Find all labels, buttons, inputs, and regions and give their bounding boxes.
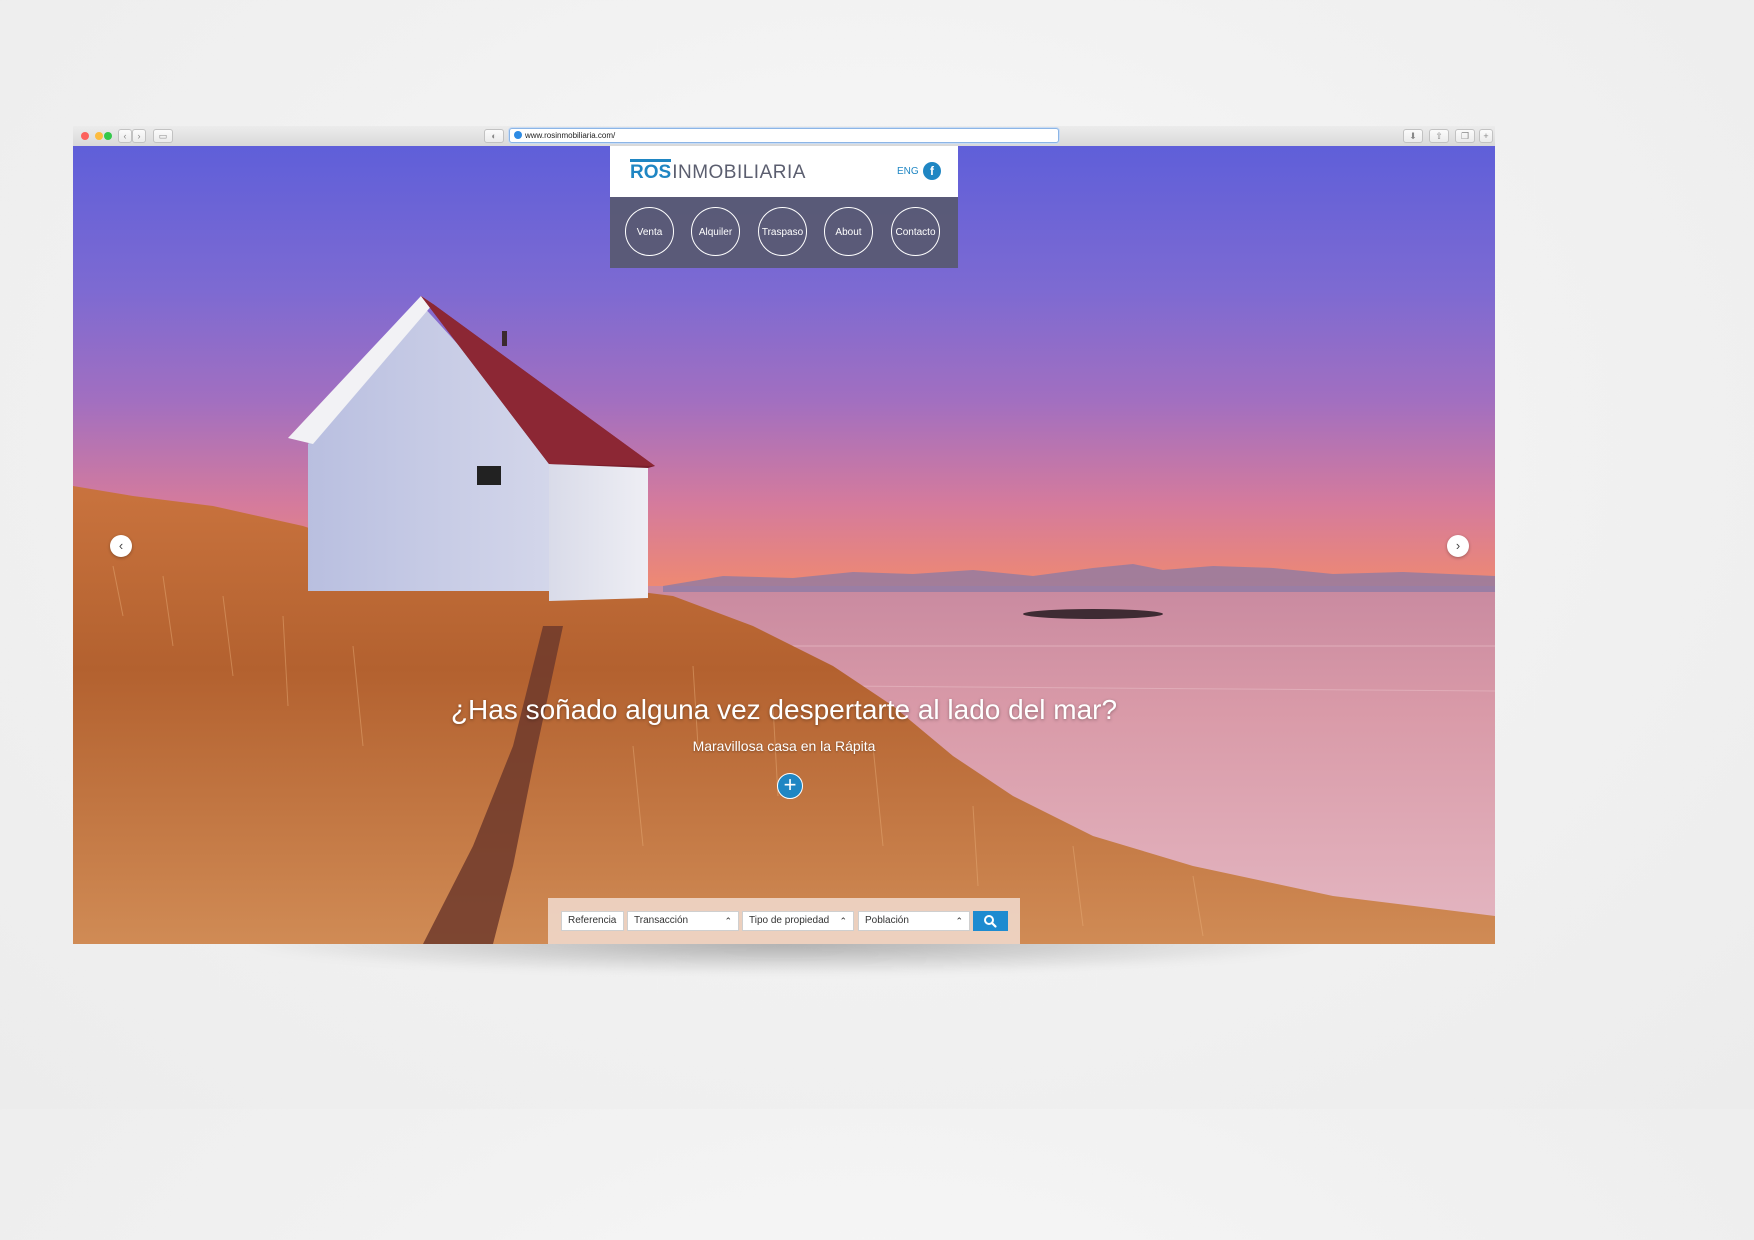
address-bar[interactable]: www.rosinmobiliaria.com/: [509, 128, 1059, 143]
new-tab-icon[interactable]: +: [1479, 129, 1493, 143]
nav-item-contacto[interactable]: Contacto: [891, 207, 940, 256]
nav-item-alquiler[interactable]: Alquiler: [691, 207, 740, 256]
property-search-bar: Referencia Transacción ⌃ Tipo de propied…: [548, 898, 1020, 944]
house: [288, 296, 655, 601]
forward-icon[interactable]: ›: [132, 129, 146, 143]
url-text: www.rosinmobiliaria.com/: [525, 131, 616, 140]
referencia-input[interactable]: Referencia: [561, 911, 624, 931]
logo[interactable]: ROSINMOBILIARIA: [630, 159, 806, 184]
facebook-icon[interactable]: f: [923, 162, 941, 180]
chevron-up-icon: ⌃: [839, 916, 847, 926]
nav-item-traspaso[interactable]: Traspaso: [758, 207, 807, 256]
browser-toolbar: ‹ › ▭ ◐ www.rosinmobiliaria.com/ ⬇ ⇧ ❐ +: [73, 126, 1495, 147]
main-nav: Venta Alquiler Traspaso About Contacto: [610, 197, 958, 268]
poblacion-select[interactable]: Población ⌃: [858, 911, 970, 931]
minimize-window-icon[interactable]: [95, 132, 103, 140]
tipo-propiedad-select[interactable]: Tipo de propiedad ⌃: [742, 911, 854, 931]
logo-light-text: INMOBILIARIA: [672, 162, 806, 183]
sidebar-toggle-icon[interactable]: ▭: [153, 129, 173, 143]
hero-subtitle: Maravillosa casa en la Rápita: [692, 738, 876, 754]
transaccion-label: Transacción: [634, 915, 689, 926]
browser-window: ‹ › ▭ ◐ www.rosinmobiliaria.com/ ⬇ ⇧ ❐ +: [73, 126, 1495, 944]
zoom-window-icon[interactable]: [104, 132, 112, 140]
download-icon[interactable]: ⬇: [1403, 129, 1423, 143]
island: [1023, 609, 1163, 619]
slider-next-icon[interactable]: ›: [1447, 535, 1469, 557]
brand-bar: ROSINMOBILIARIA ENG f: [610, 146, 958, 197]
search-button[interactable]: [973, 911, 1008, 931]
search-icon: [984, 915, 997, 928]
share-icon[interactable]: ⇧: [1429, 129, 1449, 143]
poblacion-label: Población: [865, 915, 909, 926]
more-info-plus-icon[interactable]: +: [777, 773, 803, 799]
nav-item-about[interactable]: About: [824, 207, 873, 256]
tipo-propiedad-label: Tipo de propiedad: [749, 915, 830, 926]
logo-bold-text: ROS: [630, 159, 672, 183]
hero-headline: ¿Has soñado alguna vez despertarte al la…: [450, 694, 1118, 725]
privacy-icon[interactable]: ◐: [484, 129, 504, 143]
site-globe-icon: [514, 131, 522, 139]
close-window-icon[interactable]: [81, 132, 89, 140]
transaccion-select[interactable]: Transacción ⌃: [627, 911, 739, 931]
language-switch[interactable]: ENG: [897, 166, 919, 177]
slider-prev-icon[interactable]: ‹: [110, 535, 132, 557]
nav-item-venta[interactable]: Venta: [625, 207, 674, 256]
hero-slider: ROSINMOBILIARIA ENG f Venta Alquiler Tra…: [73, 146, 1495, 944]
tabs-overview-icon[interactable]: ❐: [1455, 129, 1475, 143]
chevron-up-icon: ⌃: [955, 916, 963, 926]
header-card: ROSINMOBILIARIA ENG f Venta Alquiler Tra…: [610, 146, 958, 268]
referencia-placeholder: Referencia: [568, 915, 617, 926]
mountains: [663, 564, 1495, 592]
back-icon[interactable]: ‹: [118, 129, 132, 143]
chevron-up-icon: ⌃: [724, 916, 732, 926]
